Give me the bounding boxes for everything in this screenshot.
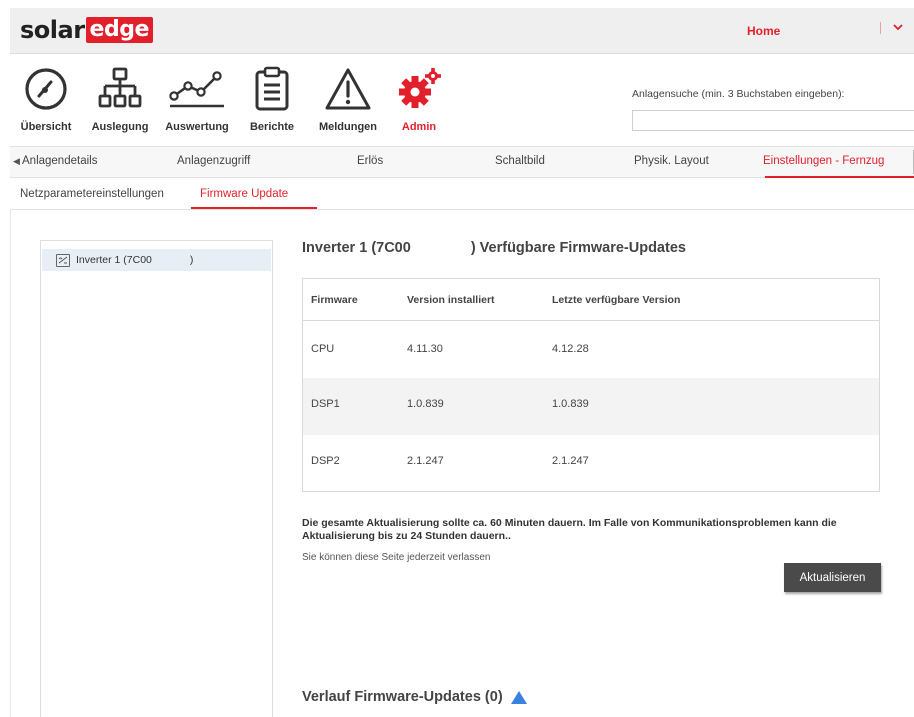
aktualisieren-button[interactable]: Aktualisieren (784, 563, 881, 592)
table-row: DSP2 2.1.247 2.1.247 (303, 435, 879, 491)
title-suffix: ) Verfügbare Firmware-Updates (470, 240, 686, 256)
leave-page-note: Sie können diese Seite jederzeit verlass… (302, 552, 491, 563)
inverter-icon (56, 253, 70, 267)
tab-anlagendetails[interactable]: Anlagendetails (22, 155, 97, 167)
tab-anlagenzugriff[interactable]: Anlagenzugriff (177, 155, 250, 167)
nav-label: Admin (401, 121, 437, 133)
cell-latest: 1.0.839 (552, 398, 589, 410)
history-title: Verlauf Firmware-Updates (0) (302, 689, 503, 705)
nav-meldungen[interactable]: Meldungen (308, 60, 388, 140)
tab-firmware-update[interactable]: Firmware Update (200, 188, 288, 200)
cell-installed: 1.0.839 (407, 398, 444, 410)
firmware-panel-title: Inverter 1 (7C00 ) Verfügbare Firmware-Up… (302, 240, 686, 256)
table-header-row: Firmware Version installiert Letzte verf… (303, 279, 879, 321)
tree-item-inverter[interactable]: Inverter 1 (7C00 ) (42, 249, 271, 271)
chevron-down-icon[interactable] (892, 21, 904, 35)
line-chart-icon (169, 71, 224, 108)
nav-auswertung[interactable]: Auswertung (158, 60, 236, 140)
nav-label: Übersicht (20, 121, 72, 133)
triangle-up-icon[interactable] (510, 690, 527, 704)
table-row: DSP1 1.0.839 1.0.839 (303, 378, 879, 435)
secondary-tab-bar: Netzparametereinstellungen Firmware Upda… (10, 178, 914, 210)
logo-text-edge: edge (85, 17, 153, 43)
home-link[interactable]: Home (747, 24, 780, 38)
warning-icon (325, 68, 371, 110)
tab-netzparametereinstellungen[interactable]: Netzparametereinstellungen (20, 188, 164, 200)
tree-item-label-suffix: ) (189, 254, 194, 266)
tab-schaltbild[interactable]: Schaltbild (495, 155, 545, 167)
search-label: Anlagensuche (min. 3 Buchstaben eingeben… (632, 88, 845, 100)
top-header: solar edge Home (10, 8, 914, 54)
cell-firmware: DSP1 (311, 398, 340, 410)
column-header: Firmware (311, 294, 358, 306)
nav-uebersicht[interactable]: Übersicht (10, 60, 82, 140)
site-search-input[interactable] (632, 110, 914, 131)
active-subtab-indicator (191, 207, 317, 209)
nav-label: Auslegung (91, 121, 149, 133)
header-divider (880, 22, 881, 34)
column-header: Letzte verfügbare Version (552, 294, 681, 306)
gauge-icon (25, 68, 67, 110)
cell-installed: 4.11.30 (407, 343, 443, 355)
firmware-update-content: Inverter 1 (7C00 ) Inverter 1 (7C00) Ver… (10, 210, 914, 717)
nav-auslegung[interactable]: Auslegung (82, 60, 158, 140)
clipboard-icon (255, 66, 289, 111)
nav-label: Berichte (249, 121, 295, 133)
nav-label: Meldungen (318, 121, 378, 133)
nav-label: Auswertung (165, 121, 229, 133)
cell-firmware: DSP2 (311, 455, 340, 467)
tab-physik-layout[interactable]: Physik. Layout (634, 155, 709, 167)
device-tree: Inverter 1 (7C00 ) (40, 240, 273, 717)
nav-berichte[interactable]: Berichte (236, 60, 308, 140)
cell-latest: 4.12.28 (552, 343, 589, 355)
main-icon-nav: Übersicht Auslegung Auswertung Berichte (10, 60, 450, 140)
solaredge-logo[interactable]: solar edge (20, 16, 153, 44)
nav-admin[interactable]: Admin (388, 60, 450, 140)
scroll-left-icon[interactable]: ◀ (13, 156, 20, 167)
update-duration-message: Die gesamte Aktualisierung sollte ca. 60… (302, 517, 837, 542)
gear-icon (399, 68, 441, 108)
primary-tab-bar: ◀ Anlagendetails Anlagenzugriff Erlös Sc… (10, 146, 914, 178)
title-device-name: Inverter 1 (7C00 (302, 240, 411, 256)
tab-einstellungen-fernzugriff[interactable]: Einstellungen - Fernzug (763, 155, 884, 167)
firmware-history-header: Verlauf Firmware-Updates (0) (302, 689, 527, 705)
cell-installed: 2.1.247 (407, 455, 444, 467)
firmware-table: Firmware Version installiert Letzte verf… (302, 278, 880, 492)
cell-firmware: CPU (311, 343, 335, 355)
column-header: Version installiert (407, 294, 495, 306)
tab-erloes[interactable]: Erlös (357, 155, 383, 167)
cell-latest: 2.1.247 (552, 455, 589, 467)
table-row: CPU 4.11.30 4.12.28 (303, 322, 879, 378)
logo-text-solar: solar (20, 16, 85, 44)
tree-item-label: Inverter 1 (7C00 (76, 254, 152, 266)
hierarchy-icon (98, 67, 142, 108)
